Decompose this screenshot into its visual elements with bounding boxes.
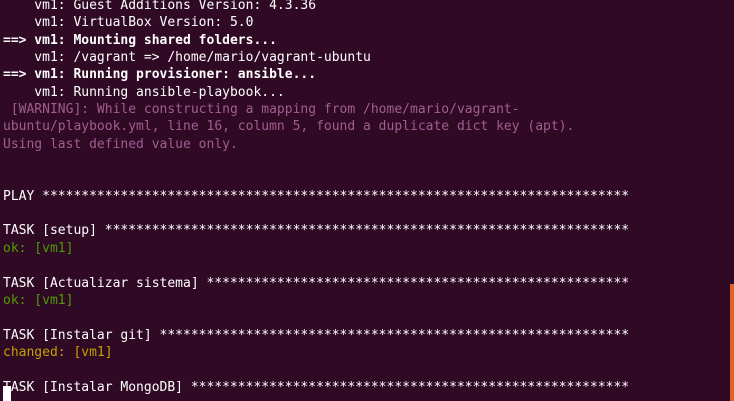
terminal-line: Using last defined value only. — [3, 136, 238, 152]
terminal-line: TASK [Instalar MongoDB] ****************… — [3, 379, 630, 395]
terminal-line: vm1: VirtualBox Version: 5.0 — [3, 15, 254, 31]
terminal-line: ==> vm1: Mounting shared folders... — [3, 32, 277, 48]
terminal-line: TASK [Instalar git] ********************… — [3, 327, 630, 343]
scrollbar-thumb[interactable] — [730, 284, 734, 401]
terminal-line: PLAY ***********************************… — [3, 188, 630, 204]
terminal-line: TASK [setup] ***************************… — [3, 223, 630, 239]
terminal-line: [WARNING]: While constructing a mapping … — [3, 102, 520, 118]
terminal-line: TASK [Actualizar sistema] **************… — [3, 275, 630, 291]
text-cursor — [3, 386, 11, 401]
terminal-output: vm1: Guest Additions Version: 4.3.36 vm1… — [3, 0, 725, 396]
terminal-line: vm1: Guest Additions Version: 4.3.36 — [3, 0, 317, 13]
terminal-line: ok: [vm1] — [3, 292, 74, 308]
terminal-line: ==> vm1: Running provisioner: ansible... — [3, 67, 317, 83]
terminal-window[interactable]: vm1: Guest Additions Version: 4.3.36 vm1… — [0, 0, 734, 401]
terminal-line: vm1: /vagrant => /home/mario/vagrant-ubu… — [3, 50, 371, 66]
terminal-line: ok: [vm1] — [3, 240, 74, 256]
terminal-line: vm1: Running ansible-playbook... — [3, 84, 285, 100]
terminal-line: changed: [vm1] — [3, 344, 113, 360]
terminal-line: ubuntu/playbook.yml, line 16, column 5, … — [3, 119, 575, 135]
